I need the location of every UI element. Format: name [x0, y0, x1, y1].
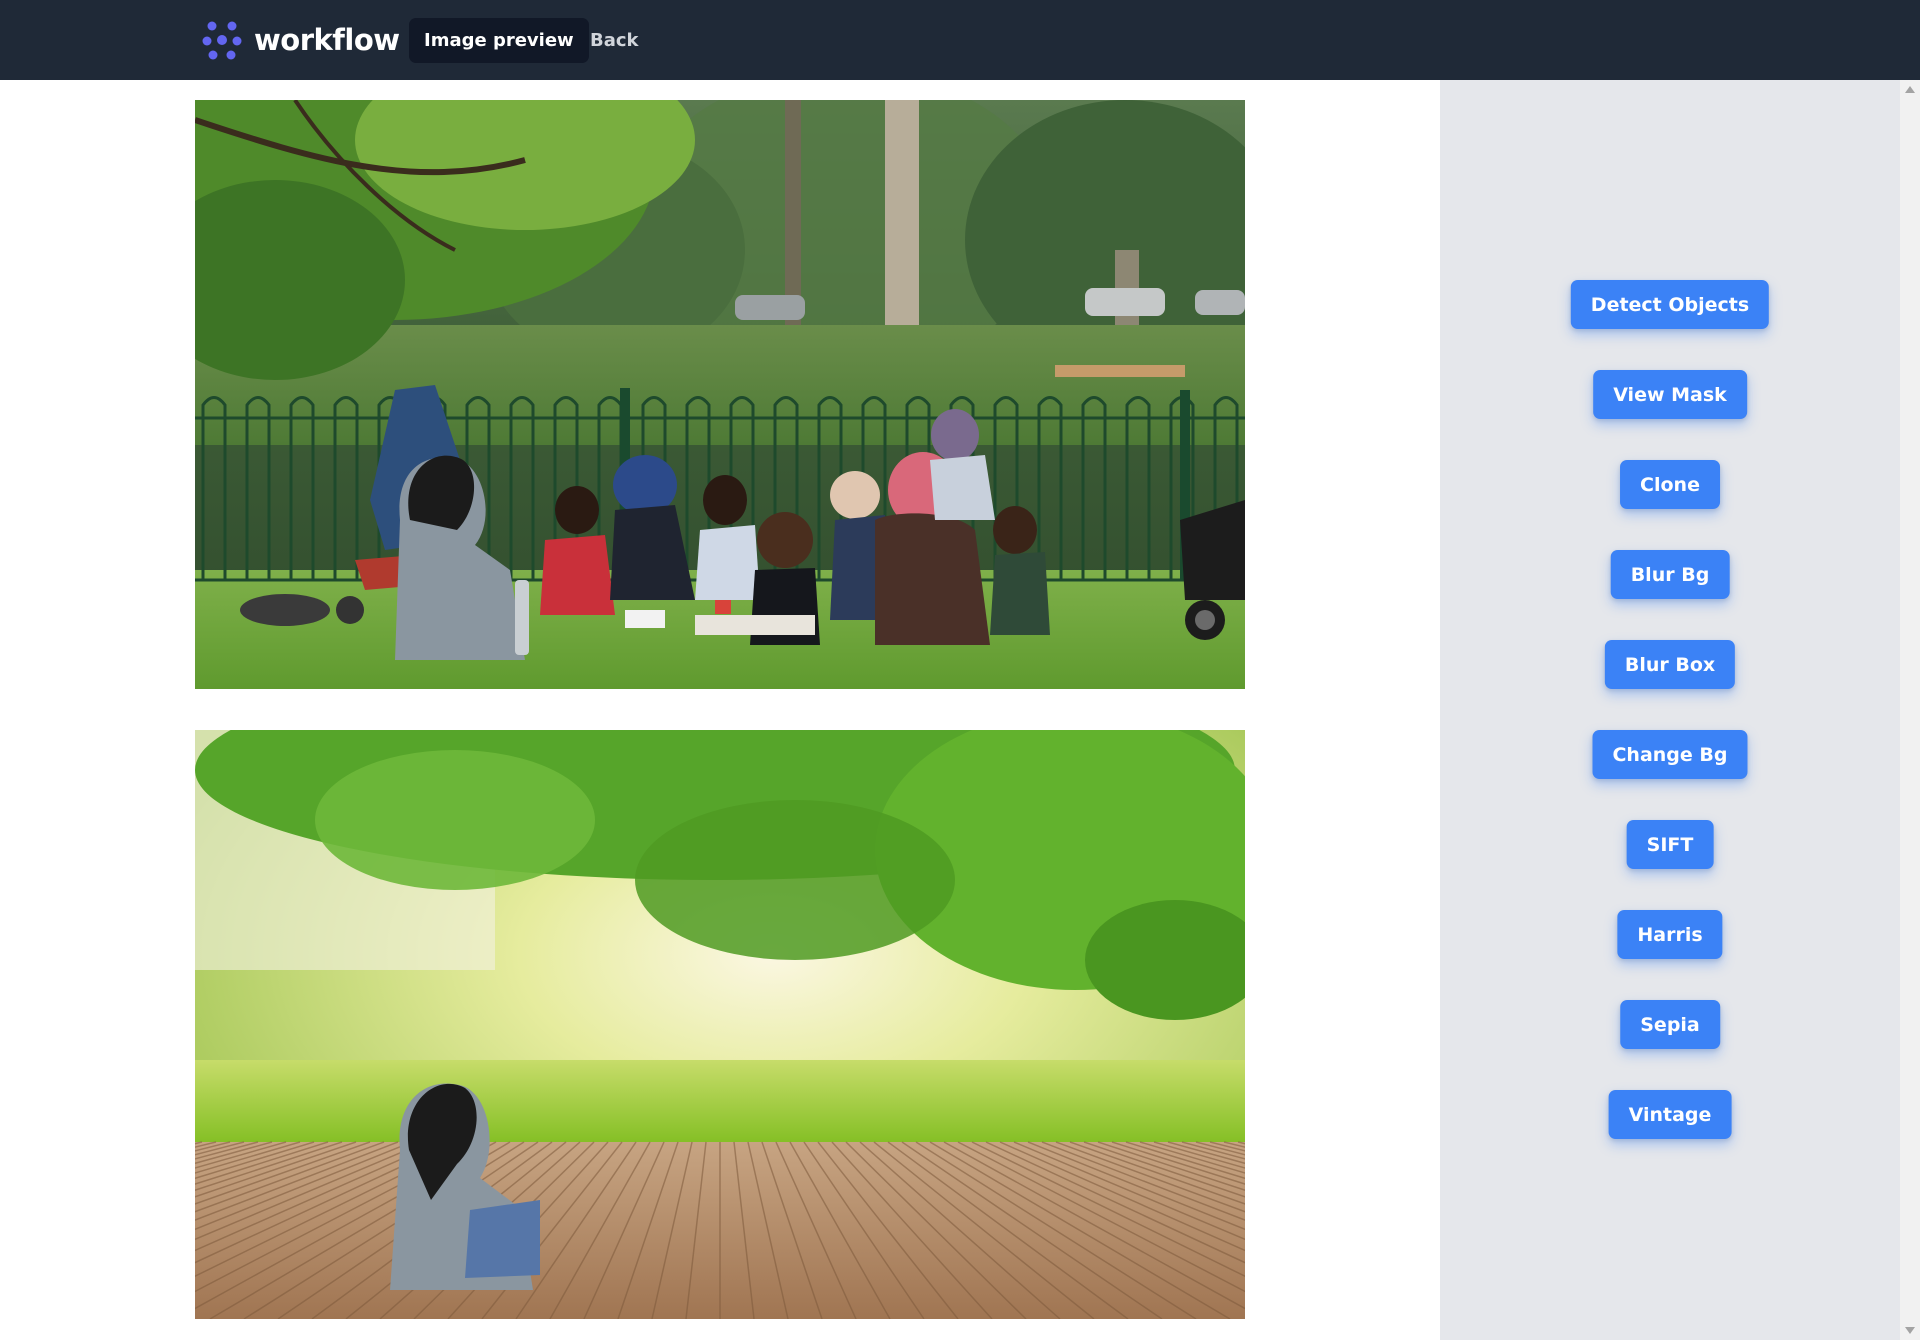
change-bg-button[interactable]: Change Bg: [1592, 730, 1748, 779]
nav-back[interactable]: Back: [575, 18, 654, 63]
harris-button[interactable]: Harris: [1617, 910, 1723, 959]
actions-panel: Detect Objects View Mask Clone Blur Bg B…: [1440, 80, 1900, 1340]
clone-button[interactable]: Clone: [1620, 460, 1720, 509]
blur-bg-button[interactable]: Blur Bg: [1610, 550, 1730, 599]
view-mask-button[interactable]: View Mask: [1593, 370, 1747, 419]
workflow-logo-icon: [202, 21, 242, 60]
picnic-photo: [195, 100, 1245, 689]
sepia-button[interactable]: Sepia: [1620, 1000, 1720, 1049]
result-image: [195, 730, 1245, 1319]
brand[interactable]: workflow: [200, 18, 400, 62]
sift-button[interactable]: SIFT: [1626, 820, 1714, 869]
background-replaced-photo: [195, 730, 1245, 1319]
original-image: [195, 100, 1245, 689]
detect-objects-button[interactable]: Detect Objects: [1570, 280, 1770, 329]
page-scrollbar[interactable]: [1900, 80, 1920, 1340]
blur-box-button[interactable]: Blur Box: [1604, 640, 1736, 689]
brand-name: workflow: [254, 23, 400, 57]
scroll-up-icon[interactable]: [1905, 86, 1915, 93]
scroll-down-icon[interactable]: [1905, 1327, 1915, 1334]
nav-image-preview[interactable]: Image preview: [409, 18, 589, 63]
vintage-button[interactable]: Vintage: [1608, 1090, 1732, 1139]
top-navbar: workflow Image preview Back: [0, 0, 1920, 80]
